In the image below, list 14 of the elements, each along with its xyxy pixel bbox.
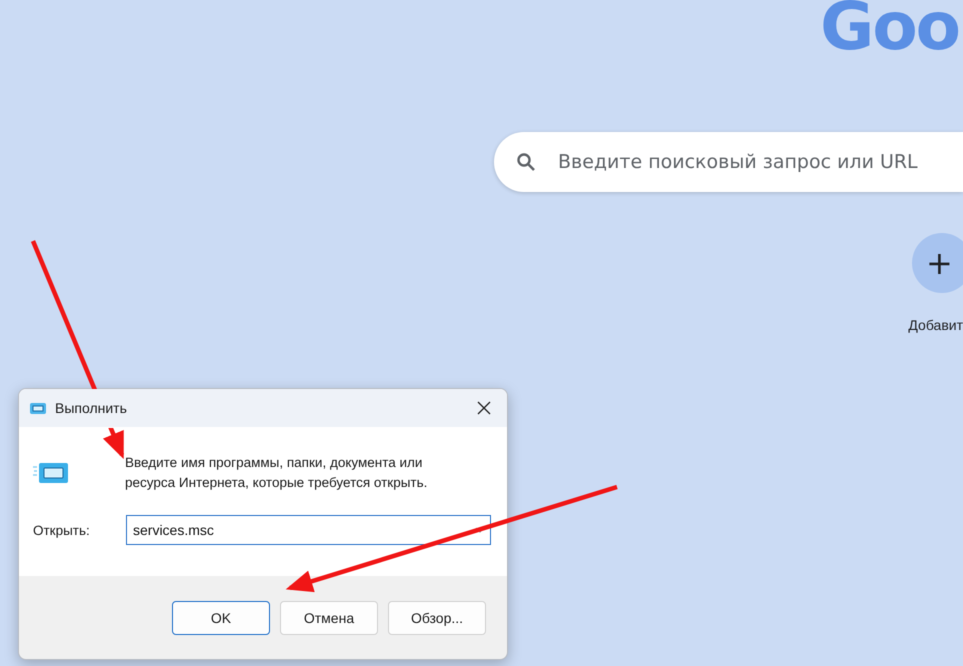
close-icon	[477, 401, 491, 415]
open-label: Открыть:	[33, 522, 91, 538]
search-icon	[516, 152, 536, 172]
search-field[interactable]: Введите поисковый запрос или URL	[494, 132, 963, 192]
run-app-icon	[29, 402, 47, 414]
instruction-text: Введите имя программы, папки, документа или ресурса Интернета, которые требуется открыть.	[125, 454, 428, 492]
window-title: Выполнить	[55, 400, 128, 416]
command-input[interactable]: services.msc	[126, 515, 491, 545]
dialog-button[interactable]: OK	[172, 601, 270, 635]
dialog-button[interactable]: Отмена	[280, 601, 378, 635]
dialog-button[interactable]: Обзор...	[388, 601, 486, 635]
run-app-icon	[33, 461, 69, 485]
add-shortcut-button[interactable]: +	[912, 233, 963, 293]
shortcut-label: Добавит	[908, 317, 963, 333]
